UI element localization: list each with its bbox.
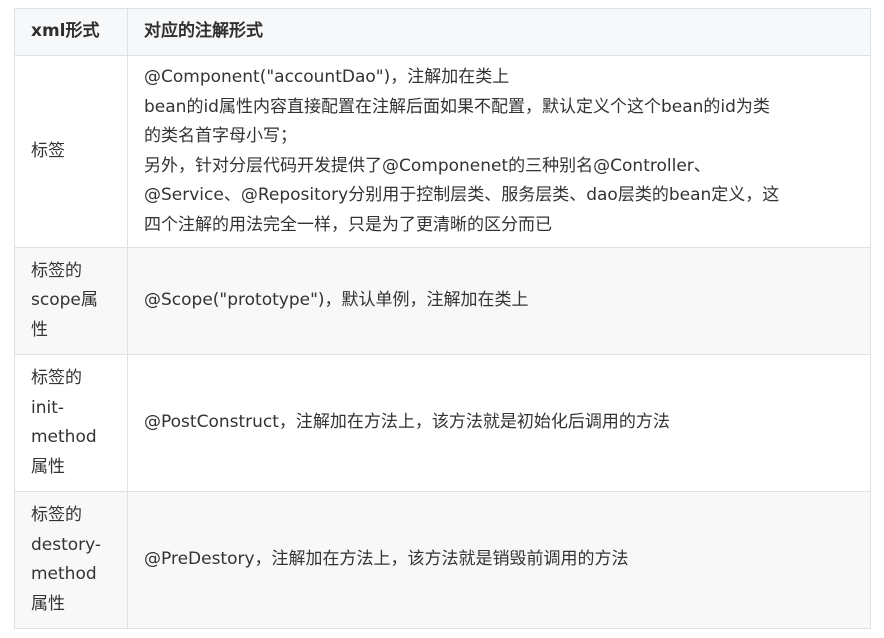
cell-text-line: @Scope("prototype")，默认单例，注解加在类上 [144, 290, 529, 311]
cell-text-line: 的类名首字母小写； [144, 126, 297, 146]
xml-form-cell: 标签 [14, 55, 128, 248]
cell-text-line: init- [31, 397, 65, 418]
cell-text-line: destory- [31, 534, 102, 555]
table-row: 标签的 init- method 属性 @PostConstruct，注解加在方… [14, 354, 871, 492]
cell-text-line: 标签的 [31, 505, 82, 525]
table-row: 标签的 destory- method 属性 @PreDestory，注解加在方… [14, 491, 871, 629]
annotation-form-cell: @PreDestory，注解加在方法上，该方法就是销毁前调用的方法 [127, 491, 871, 629]
cell-text-line: @PostConstruct，注解加在方法上，该方法就是初始化后调用的方法 [144, 412, 670, 433]
table-header: xml形式 对应的注解形式 [14, 8, 871, 56]
cell-text-line: 标签 [31, 140, 65, 161]
xml-form-cell: 标签的 destory- method 属性 [14, 491, 128, 629]
annotation-mapping-table-container: xml形式 对应的注解形式 标签 @Component("accountDao"… [14, 8, 871, 629]
annotation-form-cell: @PostConstruct，注解加在方法上，该方法就是初始化后调用的方法 [127, 354, 871, 492]
annotation-mapping-table: xml形式 对应的注解形式 标签 @Component("accountDao"… [14, 8, 871, 629]
cell-text-line: 属性 [31, 456, 65, 477]
cell-text-line: 属性 [31, 593, 65, 614]
cell-text-line: @PreDestory，注解加在方法上，该方法就是销毁前调用的方法 [144, 549, 629, 570]
table-row: 标签的 scope属 性 @Scope("prototype")，默认单例，注解… [14, 247, 871, 355]
table-body: 标签 @Component("accountDao")，注解加在类上 bean的… [14, 55, 871, 629]
header-row: xml形式 对应的注解形式 [14, 8, 871, 56]
cell-text-line: bean的id属性内容直接配置在注解后面如果不配置，默认定义个这个bean的id… [144, 96, 770, 117]
cell-text-line: 标签的 [31, 368, 82, 388]
cell-text-line: 另外，针对分层代码开发提供了@Componenet的三种别名@Controlle… [144, 155, 711, 176]
table-row: 标签 @Component("accountDao")，注解加在类上 bean的… [14, 55, 871, 248]
cell-text-line: 四个注解的用法完全一样，只是为了更清晰的区分而已 [144, 214, 552, 235]
cell-text-line: 标签的 [31, 260, 82, 281]
xml-form-cell: 标签的 init- method 属性 [14, 354, 128, 492]
annotation-form-cell: @Component("accountDao")，注解加在类上 bean的id属… [127, 55, 871, 248]
cell-text-line: scope属 [31, 290, 98, 311]
header-annotation-form: 对应的注解形式 [127, 8, 871, 56]
xml-form-cell: 标签的 scope属 性 [14, 247, 128, 355]
cell-text-line: 性 [31, 319, 48, 340]
cell-text-line: method [31, 427, 97, 447]
header-xml-form: xml形式 [14, 8, 128, 56]
cell-text-line: @Service、@Repository分别用于控制层类、服务层类、dao层类的… [144, 185, 780, 205]
annotation-form-cell: @Scope("prototype")，默认单例，注解加在类上 [127, 247, 871, 355]
cell-text-line: method [31, 564, 97, 584]
cell-text-line: @Component("accountDao")，注解加在类上 [144, 67, 510, 87]
